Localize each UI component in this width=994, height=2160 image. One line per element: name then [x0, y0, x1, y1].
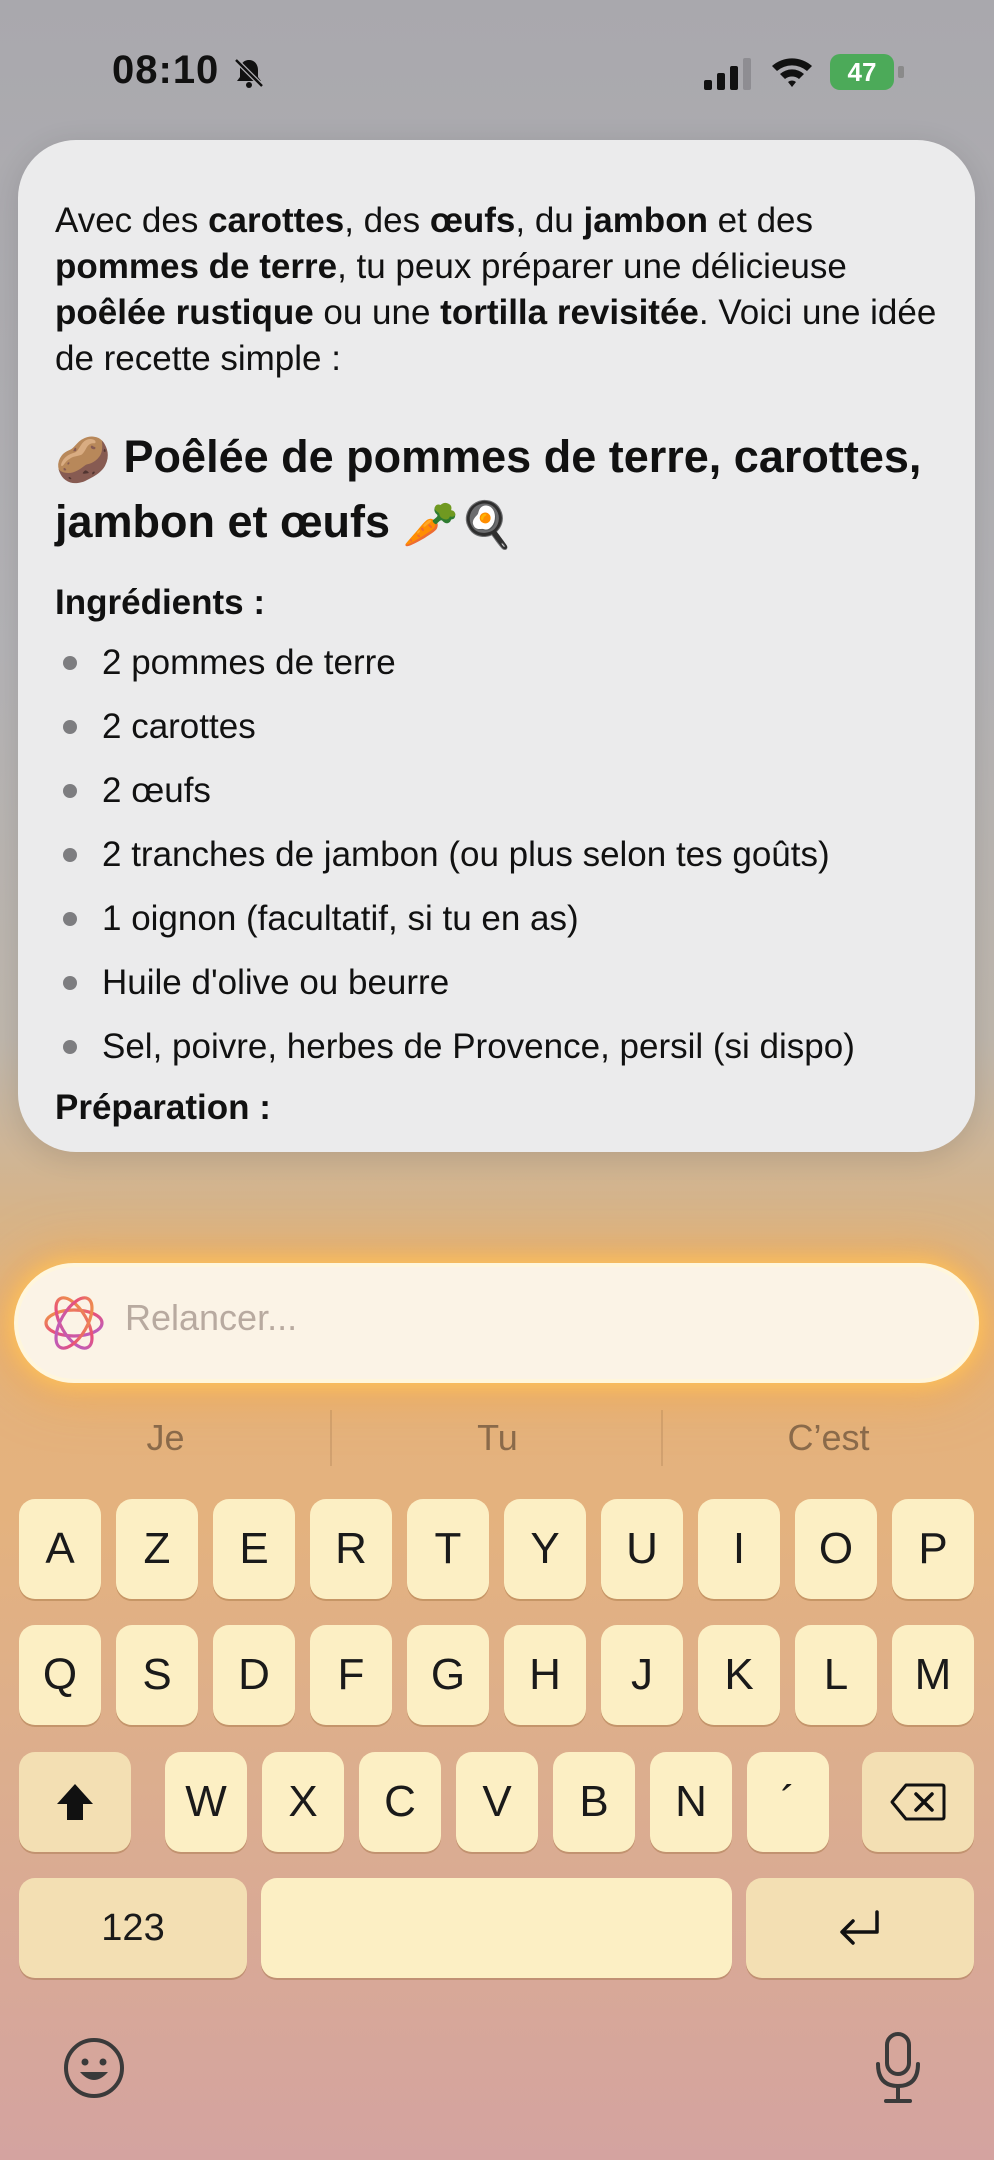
ingredient-item: 2 carottes: [55, 704, 945, 768]
shift-key[interactable]: [19, 1752, 131, 1852]
key-row1-2[interactable]: E: [213, 1499, 295, 1599]
ingredient-text: Sel, poivre, herbes de Provence, persil …: [102, 1027, 855, 1067]
battery-charging-icon: 47: [830, 52, 904, 92]
ingredient-item: 2 tranches de jambon (ou plus selon tes …: [55, 832, 945, 896]
space-key[interactable]: [261, 1878, 732, 1978]
key-row2-8[interactable]: L: [795, 1625, 877, 1725]
ingredient-item: 2 œufs: [55, 768, 945, 832]
intro-text: Avec des: [55, 201, 209, 240]
key-row1-7[interactable]: I: [698, 1499, 780, 1599]
numbers-key[interactable]: 123: [19, 1878, 247, 1978]
shift-icon: [57, 1784, 93, 1820]
emoji-icon[interactable]: [62, 2036, 126, 2100]
key-row1-1[interactable]: Z: [116, 1499, 198, 1599]
return-icon: [840, 1910, 879, 1945]
carrot-egg-emoji: 🥕🍳: [402, 499, 515, 551]
ingredients-heading: Ingrédients :: [55, 583, 266, 623]
bullet-icon: [63, 1040, 77, 1055]
key-row2-9[interactable]: M: [892, 1625, 974, 1725]
preparation-heading: Préparation :: [55, 1088, 271, 1127]
bullet-icon: [63, 976, 77, 991]
predictive-text-bar: Je Tu C’est: [0, 1400, 994, 1476]
microphone-icon[interactable]: [872, 2030, 924, 2106]
return-key[interactable]: [746, 1878, 974, 1978]
key-row3-3[interactable]: V: [456, 1752, 538, 1852]
key-row2-4[interactable]: G: [407, 1625, 489, 1725]
ingredient-item: Huile d'olive ou beurre: [55, 960, 945, 1024]
ingredient-text: Huile d'olive ou beurre: [102, 963, 450, 1003]
wifi-icon: [772, 58, 812, 87]
prediction-2[interactable]: Tu: [332, 1400, 663, 1476]
bullet-icon: [63, 848, 77, 863]
key-row2-0[interactable]: Q: [19, 1625, 101, 1725]
intro-bold-text: pommes de terre: [55, 247, 338, 286]
intro-text: , tu peux préparer une délicieuse: [337, 247, 847, 286]
ingredient-text: 2 œufs: [102, 771, 211, 811]
status-time: 08:10: [112, 48, 220, 92]
prediction-1[interactable]: Je: [0, 1400, 331, 1476]
intro-bold-text: poêlée rustique: [55, 293, 314, 332]
intro-text: , du: [515, 201, 584, 240]
bell-slash-icon: [234, 58, 264, 88]
intro-bold-text: œufs: [429, 201, 516, 240]
prediction-3[interactable]: C’est: [663, 1400, 994, 1476]
key-row1-5[interactable]: Y: [504, 1499, 586, 1599]
key-row1-6[interactable]: U: [601, 1499, 683, 1599]
status-bar: 08:10 47: [0, 0, 994, 140]
bullet-icon: [63, 912, 77, 927]
delete-key[interactable]: [862, 1752, 974, 1852]
intro-text: et des: [707, 201, 814, 240]
key-row3-4[interactable]: B: [553, 1752, 635, 1852]
battery-level: 47: [830, 54, 894, 90]
bullet-icon: [63, 784, 77, 799]
key-row1-9[interactable]: P: [892, 1499, 974, 1599]
key-row3-0[interactable]: W: [165, 1752, 247, 1852]
apple-intelligence-icon: [44, 1296, 104, 1350]
key-row3-2[interactable]: C: [359, 1752, 441, 1852]
key-row3-5[interactable]: N: [650, 1752, 732, 1852]
intro-text: ou une: [313, 293, 441, 332]
ingredient-text: 1 oignon (facultatif, si tu en as): [102, 899, 579, 939]
intro-bold-text: tortilla revisitée: [440, 293, 699, 332]
intro-bold-text: carottes: [208, 201, 345, 240]
intro-bold-text: jambon: [583, 201, 708, 240]
key-row2-1[interactable]: S: [116, 1625, 198, 1725]
key-row1-4[interactable]: T: [407, 1499, 489, 1599]
key-row2-7[interactable]: K: [698, 1625, 780, 1725]
cellular-signal-icon: [704, 58, 751, 90]
ingredient-item: 2 pommes de terre: [55, 640, 945, 704]
key-row1-3[interactable]: R: [310, 1499, 392, 1599]
key-row3-1[interactable]: X: [262, 1752, 344, 1852]
intro-paragraph: Avec des carottes, des œufs, du jambon e…: [55, 198, 945, 382]
bullet-icon: [63, 720, 77, 735]
potato-emoji: 🥔: [55, 434, 112, 486]
key-row1-0[interactable]: A: [19, 1499, 101, 1599]
prompt-placeholder: Relancer...: [125, 1297, 298, 1338]
key-row2-3[interactable]: F: [310, 1625, 392, 1725]
key-row2-6[interactable]: J: [601, 1625, 683, 1725]
key-row3-6[interactable]: ´: [747, 1752, 829, 1852]
key-row2-2[interactable]: D: [213, 1625, 295, 1725]
key-row2-5[interactable]: H: [504, 1625, 586, 1725]
intro-text: , des: [344, 201, 430, 240]
key-row1-8[interactable]: O: [795, 1499, 877, 1599]
delete-icon: [890, 1783, 946, 1821]
prompt-input-field[interactable]: Relancer...: [18, 1267, 975, 1379]
response-card[interactable]: Avec des carottes, des œufs, du jambon e…: [18, 140, 975, 1152]
ingredient-item: 1 oignon (facultatif, si tu en as): [55, 896, 945, 960]
ingredient-text: 2 pommes de terre: [102, 643, 396, 683]
ingredient-text: 2 carottes: [102, 707, 256, 747]
ingredient-text: 2 tranches de jambon (ou plus selon tes …: [102, 835, 830, 875]
ingredient-item: Sel, poivre, herbes de Provence, persil …: [55, 1024, 945, 1088]
bullet-icon: [63, 656, 77, 671]
ingredients-list: 2 pommes de terre 2 carottes 2 œufs 2 tranc…: [55, 640, 945, 1088]
recipe-title: 🥔 Poêlée de pommes de terre, carottes, j…: [55, 426, 945, 556]
